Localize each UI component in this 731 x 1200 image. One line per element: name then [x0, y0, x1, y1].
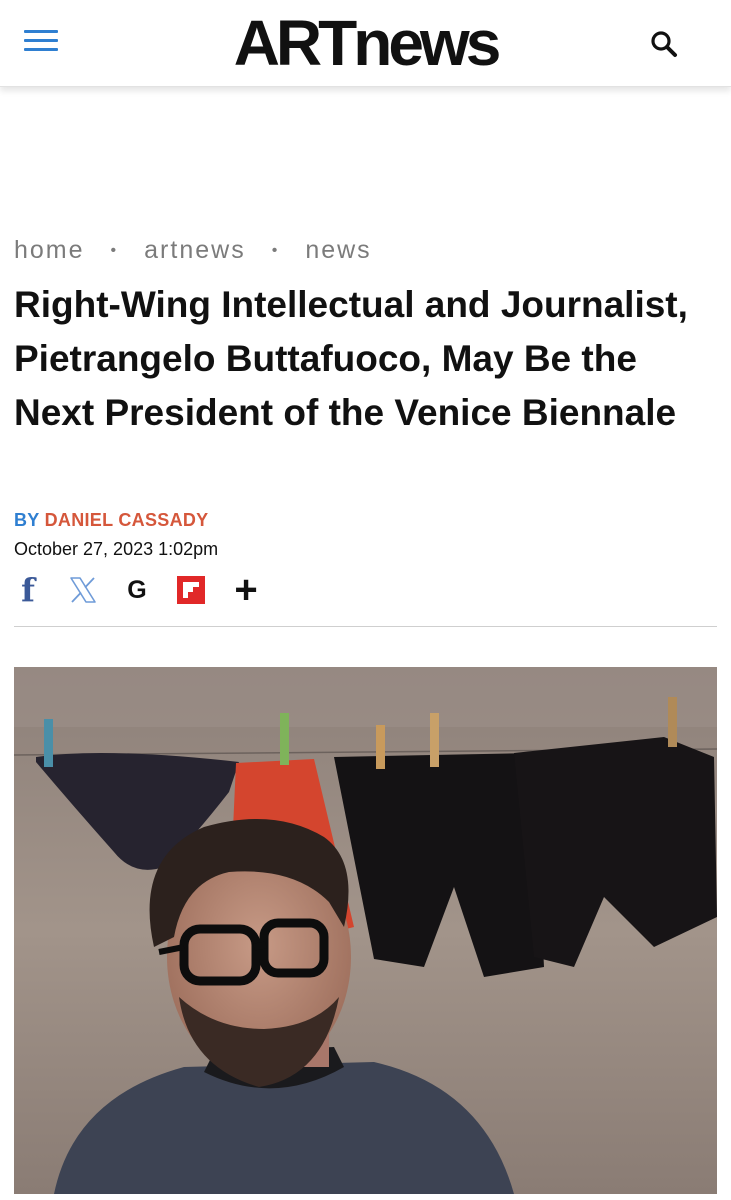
breadcrumb-home[interactable]: home: [14, 236, 85, 264]
hero-image: [14, 667, 717, 1194]
breadcrumb-separator: •: [110, 242, 119, 260]
author-link[interactable]: DANIEL CASSADY: [45, 510, 209, 530]
breadcrumb: home • artnews • news: [14, 236, 372, 265]
divider: [14, 626, 717, 627]
x-icon[interactable]: [66, 570, 100, 610]
breadcrumb-artnews[interactable]: artnews: [144, 236, 246, 264]
breadcrumb-separator: •: [271, 242, 280, 260]
search-icon[interactable]: [648, 28, 680, 60]
article-title: Right-Wing Intellectual and Journalist, …: [14, 284, 688, 433]
breadcrumb-news[interactable]: news: [305, 236, 371, 264]
google-icon[interactable]: G: [122, 570, 152, 610]
plus-icon[interactable]: +: [228, 568, 264, 612]
publish-date: October 27, 2023 1:02pm: [14, 539, 219, 559]
byline: BY DANIEL CASSADY: [14, 510, 208, 531]
byline-prefix: BY: [14, 510, 40, 530]
site-header: ARTnews: [0, 0, 731, 87]
site-logo[interactable]: ARTnews: [0, 6, 731, 80]
facebook-icon[interactable]: f: [14, 570, 42, 610]
flipboard-icon[interactable]: [176, 570, 206, 610]
